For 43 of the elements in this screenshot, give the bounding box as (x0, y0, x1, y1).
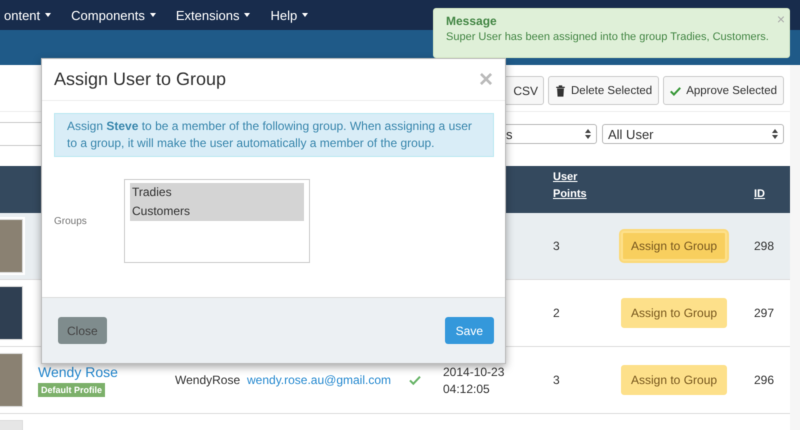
updown-arrows-icon (585, 129, 591, 139)
id-cell: 296 (754, 373, 774, 387)
alert-text: Super User has been assigned into the group Tradies, Customers. (446, 30, 770, 44)
caret-icon (244, 13, 250, 17)
user-name-link[interactable]: Wendy Rose (38, 364, 118, 380)
groups-listbox[interactable]: Tradies Customers (124, 179, 310, 263)
time-text: 04:12:05 (443, 382, 490, 396)
nav-menu-item[interactable]: Extensions (166, 8, 260, 22)
nav-menu-item[interactable]: Components (61, 8, 166, 22)
avatar-placeholder (0, 286, 23, 340)
photo-placeholder (0, 219, 23, 273)
trash-icon (555, 84, 566, 96)
nav-menu-item[interactable]: ontent (0, 8, 62, 22)
alert-title: Message (446, 14, 498, 28)
dialog-title: Assign User to Group (54, 69, 226, 90)
field-label: Groups (54, 216, 88, 226)
points-cell: 3 (553, 239, 560, 253)
filter-select[interactable]: All User (602, 124, 784, 144)
list-option[interactable]: Tradies (130, 183, 304, 202)
assign-group-button[interactable]: Assign to Group (621, 231, 728, 261)
assign-group-button[interactable]: Assign to Group (621, 365, 728, 395)
list-option[interactable]: Customers (130, 202, 304, 221)
caret-icon (302, 13, 308, 17)
nav-menu-item[interactable]: Help (260, 8, 318, 22)
caret-icon (45, 13, 52, 17)
info-message: Assign Steve to be a member of the following group. When assigning a user to a group, it will make the user automatically a member of the group. (54, 113, 494, 157)
toolbar-button[interactable]: Delete Selected (548, 76, 660, 105)
points-cell: 2 (553, 306, 560, 320)
check-icon (670, 84, 682, 96)
points-cell: 3 (553, 373, 560, 387)
column-header[interactable]: ID (754, 186, 788, 203)
profile-badge: Default Profile (38, 382, 106, 396)
toolbar-button[interactable]: Approve Selected (663, 76, 784, 105)
date-text: 2014-10-23 (443, 364, 504, 378)
column-header[interactable]: User Points (553, 169, 587, 203)
email-link[interactable]: wendy.rose.au@gmail.com (247, 373, 392, 387)
updown-arrows-icon (772, 129, 778, 139)
username-cell: WendyRose (175, 373, 240, 387)
photo-placeholder (0, 353, 23, 407)
assign-group-button[interactable]: Assign to Group (621, 298, 728, 328)
id-cell: 298 (754, 239, 774, 253)
caret-icon (150, 13, 156, 17)
id-cell: 297 (754, 306, 774, 320)
